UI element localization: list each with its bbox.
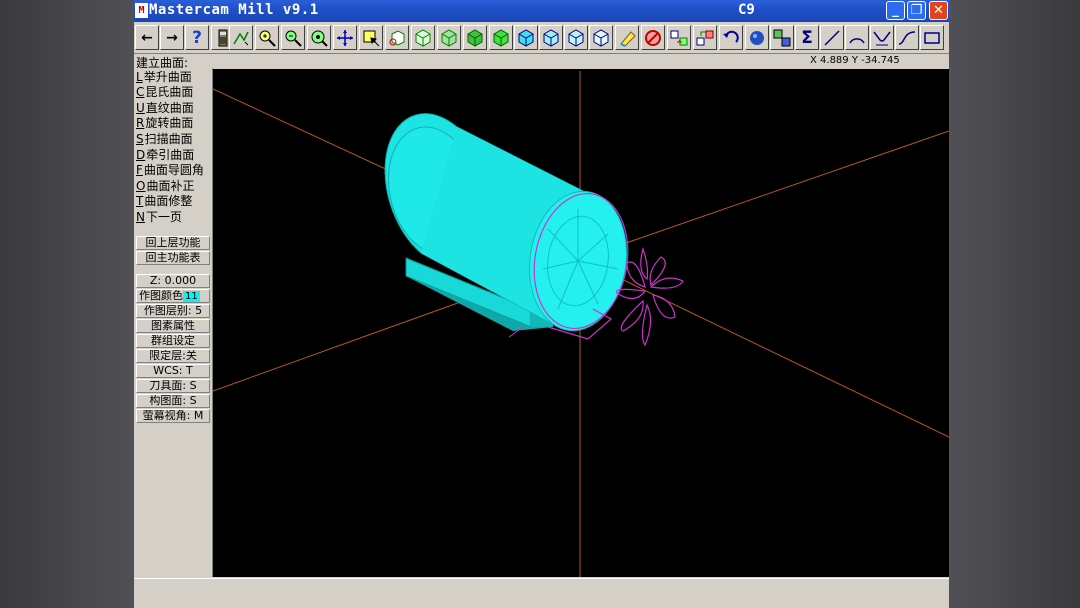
eraser-icon[interactable]	[615, 25, 639, 50]
arc-icon[interactable]	[845, 25, 869, 50]
menu-item-revolve-surface[interactable]: R旋转曲面	[136, 116, 193, 131]
right-letterbox	[949, 0, 1080, 608]
view-front-icon[interactable]	[437, 25, 461, 50]
attributes-button[interactable]: 图素属性	[136, 319, 210, 333]
cube-1-icon[interactable]	[514, 25, 538, 50]
color-label: 作图颜色	[139, 289, 183, 302]
view-iso-icon[interactable]	[489, 25, 513, 50]
view-side-icon[interactable]	[463, 25, 487, 50]
z-depth-button[interactable]: Z: 0.000	[136, 274, 210, 288]
left-letterbox	[0, 0, 134, 608]
no-delete-icon[interactable]	[641, 25, 665, 50]
menu-item-label: 扫描曲面	[144, 132, 193, 146]
spline-icon[interactable]	[895, 25, 919, 50]
hotkey: O	[136, 179, 146, 193]
hotkey: C	[136, 85, 145, 99]
graphics-view-button[interactable]: 萤幕视角: M	[136, 409, 210, 423]
graphics-viewport[interactable]	[213, 69, 949, 577]
hotkey: S	[136, 132, 144, 146]
pan-icon[interactable]	[333, 25, 357, 50]
analyze-icon[interactable]	[770, 25, 794, 50]
rectangle-icon[interactable]	[920, 25, 944, 50]
hotkey: L	[136, 70, 143, 84]
app-icon: M	[135, 3, 148, 18]
wcs-button[interactable]: WCS: T	[136, 364, 210, 378]
menu-item-offset-surface[interactable]: O曲面补正	[136, 179, 194, 194]
menu-item-ruled-surface[interactable]: U直纹曲面	[136, 101, 194, 116]
cursor-coordinates: X 4.889 Y -34.745	[810, 55, 900, 66]
menu-item-label: 旋转曲面	[145, 116, 194, 130]
forward-arrow-icon[interactable]: →	[160, 25, 184, 50]
menu-item-label: 曲面补正	[146, 179, 195, 193]
color-button[interactable]: 作图颜色 11	[136, 289, 210, 303]
hotkey: R	[136, 116, 145, 130]
level-button[interactable]: 作图层别: 5	[136, 304, 210, 318]
hotkey: F	[136, 163, 143, 177]
sum-icon[interactable]: Σ	[795, 25, 819, 50]
construction-plane-button[interactable]: 构图面: S	[136, 394, 210, 408]
transform-2-icon[interactable]	[693, 25, 717, 50]
menu-item-trim-surface[interactable]: T曲面修整	[136, 194, 192, 209]
line-icon[interactable]	[820, 25, 844, 50]
menu-item-label: 牵引曲面	[146, 148, 195, 162]
undo-icon[interactable]	[719, 25, 743, 50]
axis-line	[579, 130, 949, 260]
toolbar: ← → ? Σ	[134, 24, 949, 53]
status-bar	[134, 578, 949, 608]
help-icon[interactable]: ?	[185, 25, 209, 50]
cube-4-icon[interactable]	[589, 25, 613, 50]
title-bar: M Mastercam Mill v9.1 C9 _ ❐ ✕	[134, 0, 949, 22]
close-button[interactable]: ✕	[929, 1, 948, 20]
function-menu: L举升曲面 C昆氏曲面 U直纹曲面 R旋转曲面 S扫描曲面 D牵引曲面 F曲面导…	[134, 68, 213, 577]
zoom-fit-icon[interactable]	[307, 25, 331, 50]
color-swatch: 11	[183, 291, 200, 302]
view-top-icon[interactable]	[411, 25, 435, 50]
menu-item-draft-surface[interactable]: D牵引曲面	[136, 148, 194, 163]
prompt-bar: 建立曲面: X 4.889 Y -34.745	[134, 53, 949, 70]
menu-item-sweep-surface[interactable]: S扫描曲面	[136, 132, 193, 147]
back-main-button[interactable]: 回主功能表	[136, 251, 210, 265]
mastercam-window: M Mastercam Mill v9.1 C9 _ ❐ ✕ ← → ? Σ 建…	[134, 0, 949, 608]
transform-1-icon[interactable]	[667, 25, 691, 50]
hotkey: D	[136, 148, 146, 162]
autocursor-icon[interactable]	[229, 25, 253, 50]
title-extra: C9	[738, 2, 755, 18]
hotkey: T	[136, 194, 144, 208]
axis-line	[579, 258, 949, 438]
menu-item-label: 昆氏曲面	[145, 85, 194, 99]
menu-item-coons-surface[interactable]: C昆氏曲面	[136, 85, 193, 100]
minimize-button[interactable]: _	[886, 1, 905, 20]
tool-plane-button[interactable]: 刀具面: S	[136, 379, 210, 393]
menu-item-loft-surface[interactable]: L举升曲面	[136, 70, 192, 85]
rotate-icon[interactable]	[385, 25, 409, 50]
menu-item-label: 曲面导圆角	[143, 163, 204, 177]
menu-item-fillet-surface[interactable]: F曲面导圆角	[136, 163, 204, 178]
viewport-canvas	[213, 71, 949, 577]
group-button[interactable]: 群组设定	[136, 334, 210, 348]
back-upper-button[interactable]: 回上层功能	[136, 236, 210, 250]
back-arrow-icon[interactable]: ←	[135, 25, 159, 50]
hotkey: N	[136, 210, 145, 224]
menu-item-next-page[interactable]: N下一页	[136, 210, 182, 225]
hotkey: U	[136, 101, 145, 115]
menu-item-label: 曲面修整	[144, 194, 193, 208]
maximize-button[interactable]: ❐	[907, 1, 926, 20]
magenta-petals	[615, 246, 684, 347]
zoom-window-icon[interactable]	[255, 25, 279, 50]
zoom-out-icon[interactable]	[281, 25, 305, 50]
cube-2-icon[interactable]	[539, 25, 563, 50]
fillet-icon[interactable]	[870, 25, 894, 50]
cube-3-icon[interactable]	[564, 25, 588, 50]
menu-item-label: 下一页	[145, 210, 182, 224]
menu-item-label: 直纹曲面	[145, 101, 194, 115]
select-icon[interactable]	[359, 25, 383, 50]
window-title: Mastercam Mill v9.1	[149, 2, 319, 18]
shade-sphere-icon[interactable]	[745, 25, 769, 50]
limit-level-button[interactable]: 限定层:关	[136, 349, 210, 363]
menu-item-label: 举升曲面	[143, 70, 192, 84]
